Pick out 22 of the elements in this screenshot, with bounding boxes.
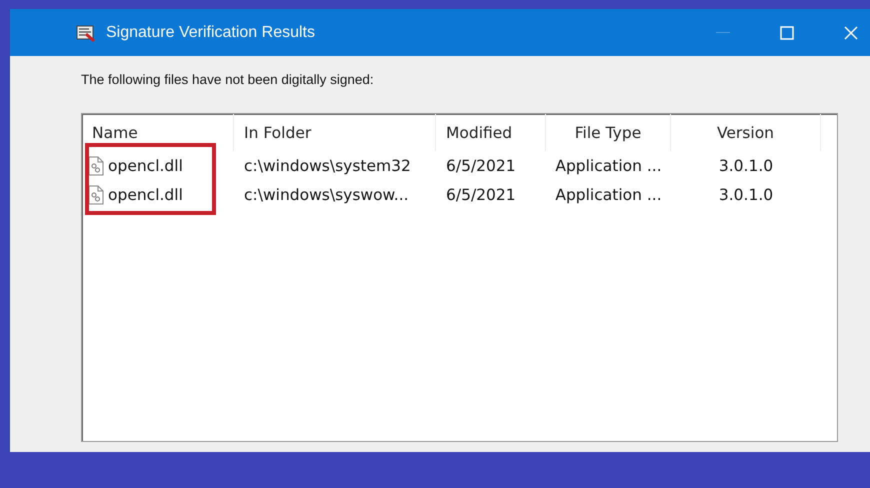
maximize-icon[interactable]	[780, 26, 794, 40]
column-header[interactable]: Name	[82, 114, 234, 151]
column-header[interactable]: In Folder	[234, 114, 436, 151]
table-cell-text: c:\windows\system32	[243, 156, 412, 174]
table-cell-text: c:\windows\syswow...	[243, 186, 410, 204]
close-icon[interactable]	[844, 26, 858, 40]
table-cell-text: 3.0.1.0	[718, 156, 774, 174]
table-cell: opencl.dll	[82, 156, 234, 176]
table-cell-text: 6/5/2021	[445, 186, 517, 204]
file-gear-icon	[88, 156, 104, 176]
app-icon	[76, 24, 96, 42]
file-gear-icon	[88, 184, 104, 204]
column-header[interactable]: Modified	[436, 114, 546, 151]
window-title: Signature Verification Results	[106, 24, 315, 42]
table-cell-text: Application ...	[554, 156, 663, 174]
message-text: The following files have not been digitally signed:	[81, 72, 375, 87]
table-cell: opencl.dll	[82, 184, 234, 204]
table-cell-text: 6/5/2021	[445, 156, 517, 174]
table-cell-text: 3.0.1.0	[718, 186, 774, 204]
column-header[interactable]: File Type	[546, 114, 671, 151]
table-cell-text: Application ...	[554, 186, 663, 204]
column-header[interactable]: Version	[671, 114, 821, 151]
